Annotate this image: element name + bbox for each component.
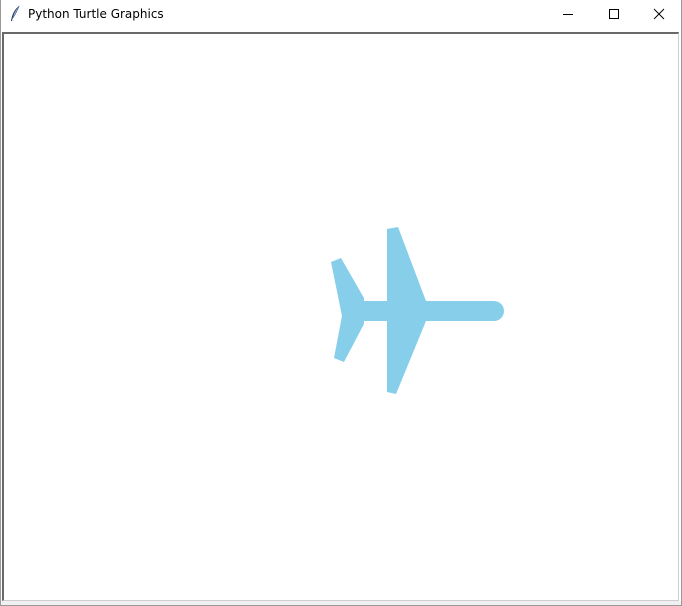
window-bottom-edge — [1, 601, 681, 605]
close-icon — [653, 5, 665, 24]
maximize-icon — [608, 5, 620, 24]
airplane-wings — [387, 227, 426, 394]
maximize-button[interactable] — [591, 0, 637, 29]
drawing-surface — [331, 227, 504, 394]
minimize-icon — [562, 5, 574, 24]
airplane-tail — [331, 258, 364, 362]
feather-icon — [8, 5, 22, 23]
canvas-frame — [2, 32, 679, 601]
window-title: Python Turtle Graphics — [28, 7, 164, 21]
close-button[interactable] — [636, 0, 682, 29]
title-bar[interactable]: Python Turtle Graphics — [1, 0, 681, 29]
airplane-fuselage — [361, 301, 504, 321]
turtle-canvas[interactable] — [4, 34, 678, 600]
turtle-graphics-window: Python Turtle Graphics — [0, 0, 682, 606]
airplane-shape — [331, 227, 504, 394]
minimize-button[interactable] — [545, 0, 591, 29]
